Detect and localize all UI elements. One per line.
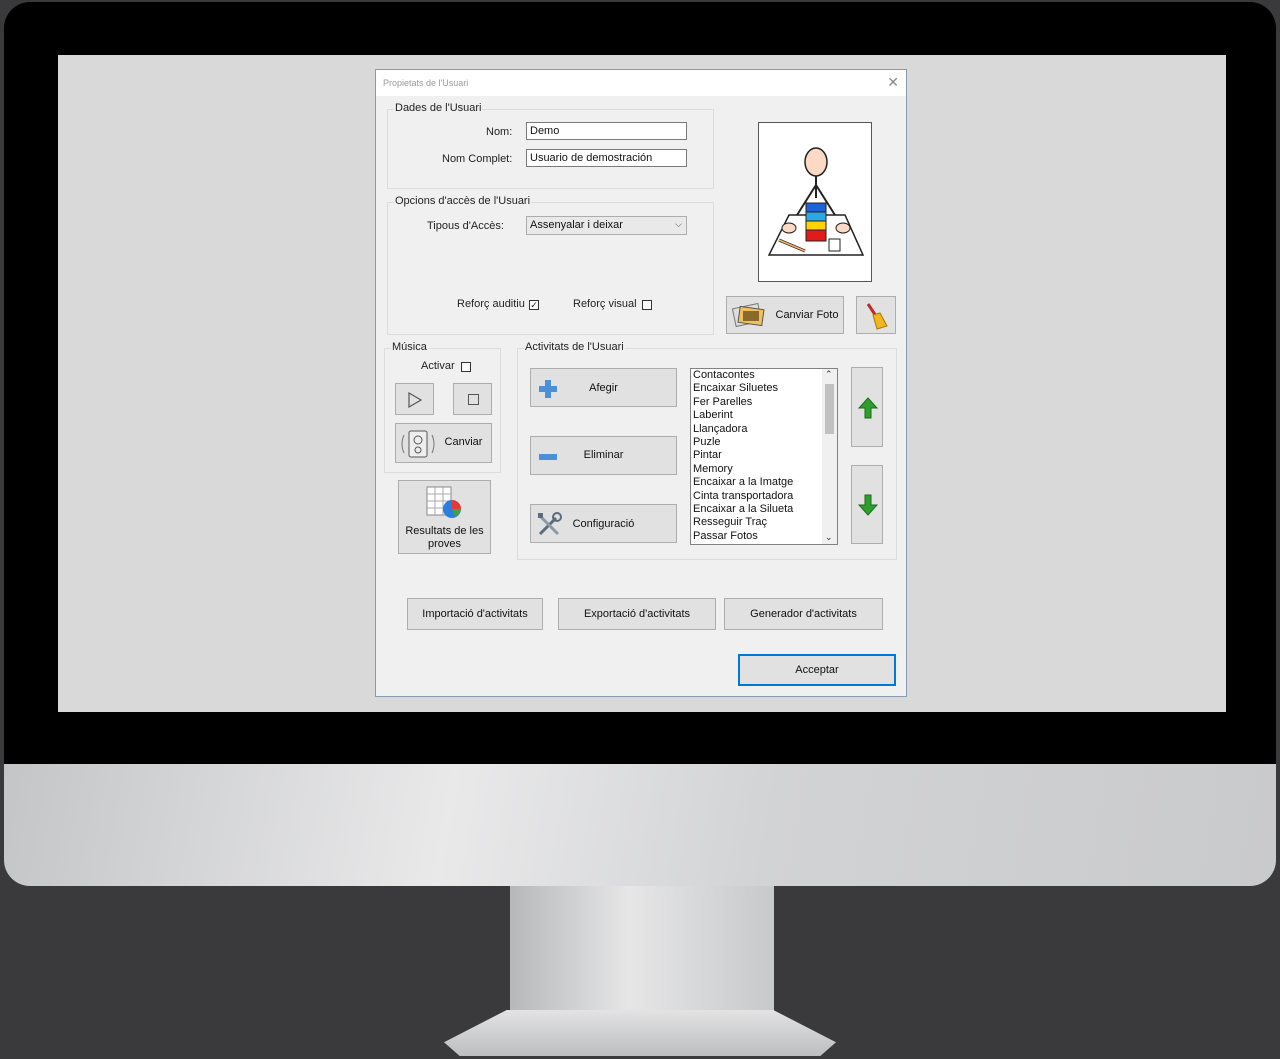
monitor-stand-foot: [444, 1010, 836, 1056]
add-activity-button[interactable]: Afegir: [530, 368, 677, 407]
list-item[interactable]: Cinta transportadora: [693, 490, 837, 503]
play-icon: [408, 391, 423, 411]
remove-activity-label: Eliminar: [583, 449, 624, 461]
arrow-down-icon: [857, 494, 879, 519]
visual-reinforcement-label: Reforç visual: [573, 298, 637, 310]
access-type-label: Tipous d'Accès:: [427, 220, 504, 232]
list-item[interactable]: Fer Parelles: [693, 396, 837, 409]
import-activities-button[interactable]: Importació d'activitats: [407, 598, 543, 630]
auditory-reinforcement-label: Reforç auditiu: [457, 298, 525, 310]
stop-button[interactable]: [453, 383, 492, 415]
list-item[interactable]: Encaixar a la Silueta: [693, 503, 837, 516]
user-photo: [758, 122, 872, 282]
accept-label: Acceptar: [795, 664, 839, 676]
activity-generator-button[interactable]: Generador d'activitats: [724, 598, 883, 630]
list-item[interactable]: Pintar: [693, 449, 837, 462]
fullname-field[interactable]: Usuario de demostración: [526, 149, 687, 167]
list-item[interactable]: Llançadora: [693, 423, 837, 436]
list-item[interactable]: Encaixar a la Imatge: [693, 476, 837, 489]
monitor-stand-neck: [510, 886, 774, 1026]
configure-activity-button[interactable]: Configuració: [530, 504, 677, 543]
access-type-select[interactable]: Assenyalar i deixar ⌵: [526, 216, 687, 235]
chart-icon: [425, 485, 465, 522]
speaker-icon: [400, 427, 436, 464]
music-activate-label: Activar: [421, 360, 455, 372]
move-down-button[interactable]: [851, 465, 883, 544]
arrow-up-icon: [857, 397, 879, 422]
music-group-label: Música: [391, 341, 428, 353]
music-activate-checkbox[interactable]: [461, 362, 471, 372]
visual-reinforcement-checkbox[interactable]: [642, 300, 652, 310]
export-activities-button[interactable]: Exportació d'activitats: [558, 598, 716, 630]
configure-activity-label: Configuració: [572, 518, 635, 530]
name-label: Nom:: [486, 126, 513, 138]
change-music-label: Canviar: [444, 436, 483, 448]
chevron-down-icon[interactable]: ⌄: [825, 532, 833, 543]
chevron-up-icon[interactable]: ⌃: [825, 369, 833, 380]
list-item[interactable]: Passar Fotos: [693, 530, 837, 543]
list-item[interactable]: Resseguir Traç: [693, 516, 837, 529]
list-item[interactable]: Memory: [693, 463, 837, 476]
fullname-label: Nom Complet:: [442, 153, 513, 165]
import-activities-label: Importació d'activitats: [422, 608, 528, 620]
list-item[interactable]: Puzle: [693, 436, 837, 449]
move-up-button[interactable]: [851, 367, 883, 447]
clear-photo-button[interactable]: [856, 296, 896, 334]
remove-activity-button[interactable]: Eliminar: [530, 436, 677, 475]
dialog-title: Propietats de l'Usuari: [383, 78, 469, 88]
change-music-button[interactable]: Canviar: [395, 423, 492, 463]
change-photo-button[interactable]: Canviar Foto: [726, 296, 844, 334]
activities-list[interactable]: Contacontes Encaixar Siluetes Fer Parell…: [690, 368, 838, 545]
access-options-group-label: Opcions d'accès de l'Usuari: [394, 195, 532, 207]
monitor-chin: [4, 764, 1276, 886]
add-activity-label: Afegir: [589, 382, 618, 394]
user-data-group-label: Dades de l'Usuari: [394, 102, 483, 114]
stop-icon: [468, 394, 479, 405]
access-type-value: Assenyalar i deixar: [530, 219, 623, 231]
list-item[interactable]: Laberint: [693, 409, 837, 422]
auditory-reinforcement-checkbox[interactable]: ✓: [529, 300, 539, 310]
test-results-button[interactable]: Resultats de les proves: [398, 480, 491, 554]
user-properties-dialog: Propietats de l'Usuari ✕ Dades de l'Usua…: [375, 69, 907, 697]
accept-button[interactable]: Acceptar: [738, 654, 896, 686]
photo-icon: [731, 302, 766, 328]
play-button[interactable]: [395, 383, 434, 415]
name-field[interactable]: Demo: [526, 122, 687, 140]
list-item[interactable]: Contacontes: [693, 369, 837, 382]
list-item[interactable]: Encaixar Siluetes: [693, 382, 837, 395]
scrollbar-thumb[interactable]: [825, 384, 834, 434]
export-activities-label: Exportació d'activitats: [583, 608, 691, 620]
change-photo-label: Canviar Foto: [775, 309, 839, 321]
list-scrollbar[interactable]: ⌃ ⌄: [822, 369, 837, 544]
activity-generator-label: Generador d'activitats: [750, 608, 857, 620]
test-results-label-line1: Resultats de les: [405, 525, 484, 537]
title-bar: Propietats de l'Usuari ✕: [376, 70, 906, 96]
close-icon[interactable]: ✕: [887, 74, 899, 90]
test-results-label-line2: proves: [427, 538, 462, 550]
activities-group-label: Activitats de l'Usuari: [524, 341, 625, 353]
chevron-down-icon: ⌵: [675, 219, 682, 229]
user-pictogram-icon: [767, 147, 865, 256]
broom-icon: [865, 302, 889, 333]
